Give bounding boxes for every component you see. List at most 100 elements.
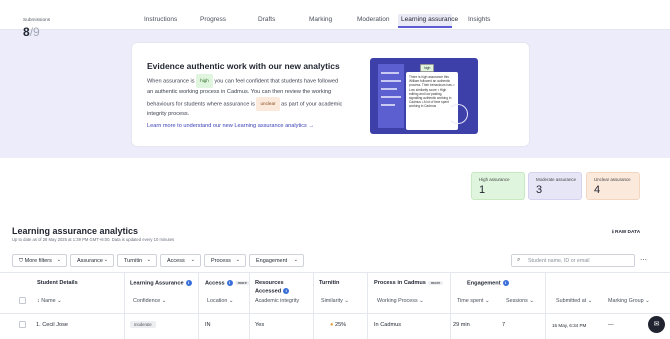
header-label: Resources — [255, 280, 284, 286]
access-header[interactable]: Access i more — [205, 280, 250, 286]
chevron-down-icon: ⌄ — [484, 298, 490, 304]
filter-label: Access — [167, 258, 185, 264]
column-label: Time spent — [457, 298, 484, 304]
academic-integrity-column-header: Academic integrity — [255, 298, 300, 304]
turnitin-header: Turnitin — [319, 280, 340, 286]
chevron-down-icon: ⌄ — [161, 298, 167, 304]
submissions-total: /9 — [29, 25, 40, 39]
promo-text-line-4: integrity process. — [147, 111, 190, 117]
high-assurance-card[interactable]: High assurance 1 — [471, 172, 525, 200]
submitted-at-column-header[interactable]: Submitted at ⌄ — [556, 298, 592, 304]
search-icon: ⌕ — [517, 257, 521, 263]
card-label: High assurance — [479, 177, 510, 182]
tab-drafts[interactable]: Drafts — [258, 16, 275, 23]
similarity-column-header[interactable]: Similarity ⌄ — [321, 298, 349, 304]
process-more-pill[interactable]: more — [427, 280, 444, 285]
chat-icon[interactable]: ✉ — [648, 316, 665, 333]
column-label: Confidence — [133, 298, 161, 304]
illustration-line — [381, 80, 401, 82]
working-process-column-header[interactable]: Working Process ⌄ — [377, 298, 424, 304]
chevron-down-icon: ⌄ — [56, 257, 61, 263]
tab-progress[interactable]: Progress — [200, 16, 226, 23]
learning-assurance-header[interactable]: Learning Assurance i — [130, 280, 192, 286]
row-checkbox[interactable] — [19, 321, 26, 328]
learn-more-link[interactable]: Learn more to understand our new Learnin… — [147, 123, 314, 129]
student-search-input[interactable]: ⌕ Student name, ID or email — [511, 254, 635, 267]
illustration-line — [381, 88, 397, 90]
more-options-icon[interactable]: ⋯ — [640, 256, 647, 264]
illustration-line — [381, 104, 395, 106]
location-value: IN — [205, 322, 211, 328]
engagement-header[interactable]: Engagement i — [467, 280, 509, 286]
promo-text: behaviours for students where assurance … — [147, 101, 255, 108]
column-label: Sessions — [506, 298, 528, 304]
info-icon[interactable]: i — [185, 280, 192, 286]
info-icon[interactable]: i — [502, 280, 509, 286]
marking-group-column-header[interactable]: Marking Group ⌄ — [608, 298, 650, 304]
info-icon[interactable]: i — [226, 280, 233, 286]
column-label: Similarity — [321, 298, 343, 304]
access-filter[interactable]: Access ⌄ — [160, 254, 201, 267]
info-icon[interactable]: i — [283, 288, 290, 294]
process-header[interactable]: Process in Cadmus more — [374, 280, 444, 286]
filter-label: More filters — [24, 258, 52, 264]
similarity-text: 25% — [334, 322, 347, 328]
card-value: 3 — [536, 184, 543, 196]
search-placeholder: Student name, ID or email — [528, 258, 590, 264]
filter-label: Process — [211, 258, 231, 264]
tab-moderation[interactable]: Moderation — [357, 16, 390, 23]
filter-icon: ⛉ — [19, 258, 24, 264]
name-column-header[interactable]: ↕ Name ⌄ — [37, 298, 62, 304]
filter-label: Assurance — [77, 258, 103, 264]
submissions-count: 8/9 — [23, 25, 40, 39]
time-spent-value: 29 min — [453, 322, 470, 328]
resources-accessed-header: Resources Accessed i — [255, 280, 290, 294]
chevron-down-icon: ⌄ — [587, 298, 593, 304]
analytics-subtitle: Up to date as of 28 May 2025 at 1:39 PM … — [12, 237, 175, 242]
card-label: Moderate assurance — [536, 177, 577, 182]
chevron-down-icon: ⌄ — [103, 257, 108, 263]
moderate-assurance-card[interactable]: Moderate assurance 3 — [528, 172, 582, 200]
tab-marking[interactable]: Marking — [309, 16, 332, 23]
more-filters-button[interactable]: ⛉ More filters ⌄ — [12, 254, 67, 267]
tab-learning-assurance[interactable]: Learning assurance — [401, 16, 458, 23]
promo-illustration: high There is high assurance this Willia… — [370, 58, 478, 134]
select-all-checkbox[interactable] — [19, 297, 26, 304]
raw-data-button[interactable]: ⭳ RAW DATA — [612, 229, 640, 237]
similarity-value: ● 25% — [330, 322, 346, 328]
column-divider — [313, 272, 314, 339]
access-more-pill[interactable]: more — [234, 281, 250, 285]
row-index: 1. — [36, 322, 41, 328]
promo-text: you can feel confident that students hav… — [214, 78, 339, 85]
illustration-high-tag: high — [420, 64, 435, 72]
column-label: Working Process — [377, 298, 418, 304]
download-icon: ⭳ — [612, 230, 614, 235]
assurance-filter[interactable]: Assurance ⌄ — [70, 254, 114, 267]
time-spent-column-header[interactable]: Time spent ⌄ — [457, 298, 490, 304]
column-label: Location — [207, 298, 228, 304]
tab-insights[interactable]: Insights — [468, 16, 490, 23]
sessions-column-header[interactable]: Sessions ⌄ — [506, 298, 534, 304]
illustration-line — [381, 72, 399, 74]
similarity-dot-icon: ● — [330, 322, 334, 328]
table-header — [0, 272, 670, 314]
column-label: Marking Group — [608, 298, 644, 304]
submitted-at-value: 15 May, 6:34 PM — [552, 323, 587, 328]
promo-text: as part of your academic — [281, 101, 343, 108]
turnitin-filter[interactable]: Turnitin ⌄ — [117, 254, 157, 267]
tab-instructions[interactable]: Instructions — [144, 16, 177, 23]
filter-label: Engagement — [256, 258, 288, 264]
raw-data-label: RAW DATA — [615, 230, 641, 235]
working-process-value: In Cadmus — [374, 322, 402, 328]
location-column-header[interactable]: Location ⌄ — [207, 298, 233, 304]
student-details-header: Student Details — [37, 280, 78, 286]
promo-text: When assurance is — [147, 78, 195, 85]
table-row[interactable]: 1. Cecil Jose — [36, 322, 68, 328]
chevron-down-icon: ⌄ — [419, 298, 424, 304]
student-name[interactable]: Cecil Jose — [42, 322, 68, 328]
confidence-badge: moderate — [130, 321, 156, 328]
process-filter[interactable]: Process ⌄ — [204, 254, 246, 267]
confidence-column-header[interactable]: Confidence ⌄ — [133, 298, 166, 304]
unclear-assurance-card[interactable]: Unclear assurance 4 — [586, 172, 640, 200]
engagement-filter[interactable]: Engagement ⌄ — [249, 254, 304, 267]
